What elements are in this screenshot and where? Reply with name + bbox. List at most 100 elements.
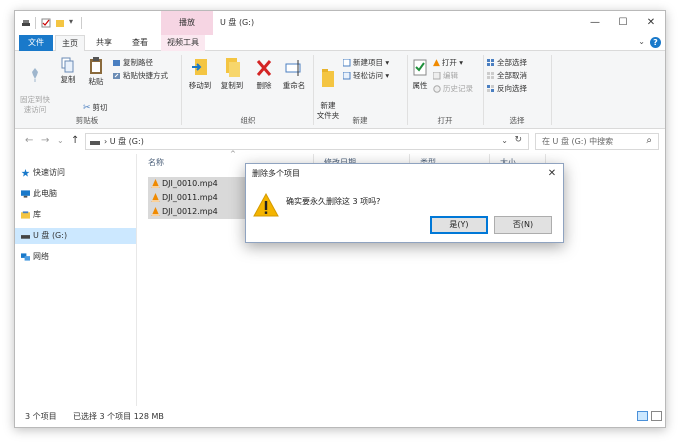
nav-item-this-pc[interactable]: 此电脑 — [15, 186, 136, 202]
new-item-button[interactable]: 新建项目 ▾ — [343, 57, 389, 68]
open-group-label: 打开 — [437, 116, 453, 125]
app-icon — [22, 20, 30, 26]
new-folder-button[interactable]: 新建 文件夹 — [315, 57, 341, 121]
paste-icon — [90, 57, 102, 74]
recent-locations-button[interactable]: ⌄ — [57, 136, 64, 145]
window-title: U 盘 (G:) — [220, 18, 255, 27]
library-icon — [21, 211, 30, 219]
select-all-icon — [487, 59, 494, 66]
easy-access-button[interactable]: 轻松访问 ▾ — [343, 70, 389, 81]
selection-info: 已选择 3 个项目 128 MB — [73, 412, 164, 421]
computer-icon — [21, 190, 30, 198]
tab-file[interactable]: 文件 — [19, 35, 53, 51]
warning-icon — [253, 193, 279, 217]
organize-group-label: 组织 — [240, 116, 256, 125]
copy-button[interactable]: 复制 — [55, 57, 81, 85]
copy-to-button[interactable]: 复制到 — [217, 57, 247, 91]
easy-access-icon — [343, 72, 351, 80]
nav-item-quick-access[interactable]: 快速访问 — [15, 165, 136, 181]
copy-path-button[interactable]: 复制路径 — [113, 57, 153, 68]
paste-shortcut-button[interactable]: 粘贴快捷方式 — [113, 70, 168, 81]
tab-home[interactable]: 主页 — [55, 35, 85, 52]
cut-button[interactable]: ✂ 剪切 — [83, 102, 108, 114]
ribbon: 固定到快 速访问 复制 粘贴 复制路径 粘贴快捷方式 ✂ 剪切 剪贴板 移动到 … — [15, 51, 665, 129]
edit-button[interactable]: 编辑 — [433, 70, 458, 81]
clipboard-group-label: 剪贴板 — [75, 116, 99, 125]
navigation-pane: 快速访问 此电脑 库 U 盘 (G:) 网络 — [15, 154, 137, 406]
select-group-label: 选择 — [509, 116, 525, 125]
address-row: ← → ⌄ ↑ › U 盘 (G:) ⌄ ↻ 在 U 盘 (G:) 中搜索 ⌕ — [15, 130, 665, 154]
nav-item-libraries[interactable]: 库 — [15, 207, 136, 223]
pin-quick-access-button[interactable]: 固定到快 速访问 — [17, 57, 53, 115]
no-button[interactable]: 否(N) — [494, 216, 552, 234]
file-row[interactable]: DJI_0011.mp4 — [148, 191, 252, 205]
history-button[interactable]: 历史记录 — [433, 83, 473, 94]
forward-button[interactable]: → — [41, 135, 49, 146]
select-none-icon — [487, 72, 494, 79]
properties-button[interactable]: 属性 — [409, 57, 431, 91]
delete-button[interactable]: 删除 — [251, 57, 277, 91]
organize-group: 移动到 复制到 删除 重命名 组织 — [185, 53, 311, 127]
properties-quick-icon[interactable] — [41, 18, 51, 28]
select-none-button[interactable]: 全部取消 — [487, 70, 527, 81]
up-button[interactable]: ↑ — [71, 135, 79, 146]
collapse-ribbon-icon[interactable]: ⌄ — [638, 37, 645, 46]
close-button[interactable]: ✕ — [637, 11, 665, 35]
move-to-button[interactable]: 移动到 — [185, 57, 215, 91]
title-bar: ▾ 播放 U 盘 (G:) — ☐ ✕ — [15, 11, 665, 35]
scissors-icon: ✂ — [83, 102, 91, 113]
select-group: 全部选择 全部取消 反向选择 选择 — [487, 53, 547, 127]
edit-icon — [433, 72, 441, 80]
paste-shortcut-icon — [113, 73, 120, 79]
dialog-close-button[interactable]: ✕ — [541, 164, 563, 184]
large-icons-view-icon[interactable] — [651, 411, 662, 421]
network-icon — [21, 253, 30, 261]
maximize-button[interactable]: ☐ — [609, 11, 637, 35]
usb-drive-icon — [21, 235, 30, 239]
back-button[interactable]: ← — [25, 135, 33, 146]
minimize-button[interactable]: — — [581, 11, 609, 35]
yes-button[interactable]: 是(Y) — [430, 216, 488, 234]
pin-icon — [32, 68, 38, 82]
details-view-icon[interactable] — [637, 411, 648, 421]
invert-selection-icon — [487, 85, 494, 92]
tab-view[interactable]: 查看 — [125, 35, 155, 51]
quick-access-dropdown-icon[interactable]: ▾ — [69, 17, 73, 26]
refresh-icon[interactable]: ↻ — [514, 135, 522, 145]
address-bar[interactable]: › U 盘 (G:) ⌄ ↻ — [85, 133, 529, 150]
help-icon[interactable]: ? — [650, 37, 661, 48]
vlc-file-icon — [151, 207, 160, 216]
vlc-icon: ▲ — [433, 57, 440, 68]
file-row[interactable]: DJI_0010.mp4 — [148, 177, 252, 191]
nav-item-network[interactable]: 网络 — [15, 249, 136, 265]
move-to-icon — [192, 59, 207, 75]
new-item-icon — [343, 59, 351, 67]
rename-button[interactable]: 重命名 — [279, 57, 309, 91]
properties-icon — [413, 59, 427, 76]
tab-share[interactable]: 共享 — [89, 35, 119, 51]
copy-icon — [61, 57, 74, 73]
copy-to-icon — [226, 58, 240, 77]
vlc-file-icon — [151, 193, 160, 202]
context-tab-header: 播放 — [161, 11, 213, 35]
item-count: 3 个项目 — [25, 412, 57, 421]
delete-confirm-dialog: 删除多个项目 ✕ 确实要永久删除这 3 项吗? 是(Y) 否(N) — [245, 163, 564, 243]
select-all-button[interactable]: 全部选择 — [487, 57, 527, 68]
new-group-label: 新建 — [352, 116, 368, 125]
open-group: 属性 ▲ 打开 ▾ 编辑 历史记录 打开 — [409, 53, 481, 127]
star-icon — [21, 169, 30, 177]
vlc-file-icon — [151, 179, 160, 188]
invert-selection-button[interactable]: 反向选择 — [487, 83, 527, 94]
rename-icon — [285, 60, 301, 76]
paste-button[interactable]: 粘贴 — [83, 57, 109, 87]
search-box[interactable]: 在 U 盘 (G:) 中搜索 ⌕ — [535, 133, 659, 150]
file-row[interactable]: DJI_0012.mp4 — [148, 205, 252, 219]
history-icon — [433, 85, 441, 93]
address-dropdown-icon[interactable]: ⌄ — [501, 136, 508, 145]
open-button[interactable]: ▲ 打开 ▾ — [433, 57, 463, 69]
search-icon: ⌕ — [646, 135, 652, 146]
tab-video-tools[interactable]: 视频工具 — [161, 35, 205, 51]
new-folder-quick-icon[interactable] — [55, 18, 65, 28]
search-placeholder: 在 U 盘 (G:) 中搜索 — [542, 137, 614, 146]
nav-item-usb-drive[interactable]: U 盘 (G:) — [15, 228, 136, 244]
